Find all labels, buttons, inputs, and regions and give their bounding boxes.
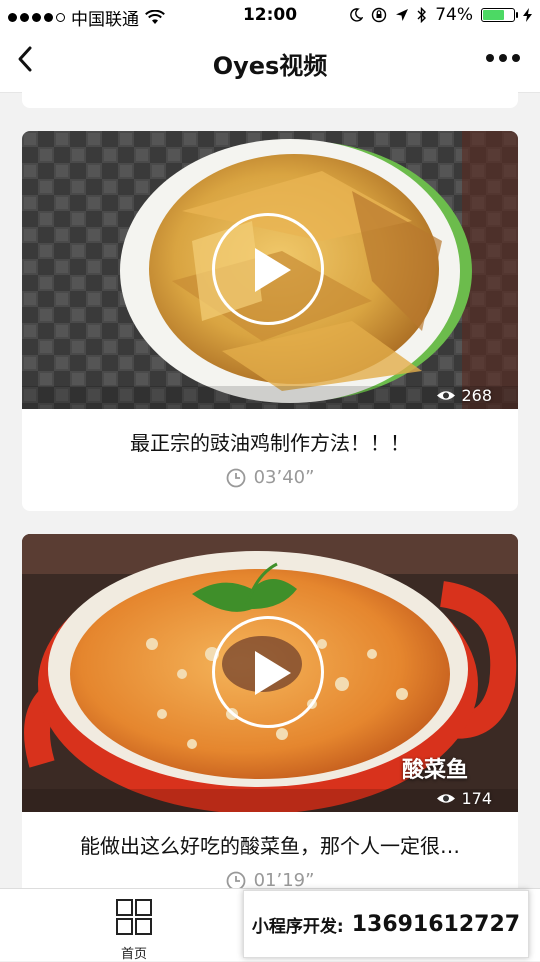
bluetooth-icon bbox=[417, 7, 427, 23]
charging-icon bbox=[523, 8, 532, 22]
video-thumbnail[interactable]: 268 bbox=[22, 131, 518, 409]
video-title[interactable]: 能做出这么好吃的酸菜鱼，那个人一定很… bbox=[22, 830, 518, 858]
eye-icon bbox=[437, 391, 456, 400]
video-duration-value: 03’40” bbox=[253, 467, 315, 488]
view-count: 174 bbox=[436, 789, 492, 808]
video-duration: 03’40” bbox=[22, 467, 518, 488]
promo-phone[interactable]: 13691612727 bbox=[352, 912, 520, 937]
rotation-lock-icon bbox=[372, 7, 387, 23]
nav-bar: Oyes视频 bbox=[0, 30, 540, 93]
status-right: 74% bbox=[349, 5, 532, 25]
promo-banner[interactable]: 小程序开发: 13691612727 bbox=[243, 890, 529, 958]
video-card[interactable]: 268 最正宗的豉油鸡制作方法！！！ 03’40” bbox=[22, 131, 518, 511]
eye-icon bbox=[437, 794, 456, 803]
tab-home-label: 首页 bbox=[120, 947, 147, 962]
battery-percent: 74% bbox=[435, 5, 473, 25]
play-icon bbox=[255, 248, 291, 292]
promo-label: 小程序开发: bbox=[251, 916, 344, 937]
tab-home[interactable]: 首页 bbox=[110, 897, 158, 962]
play-button[interactable] bbox=[212, 213, 324, 325]
grid-icon bbox=[116, 899, 152, 935]
status-bar: 中国联通 12:00 74% bbox=[0, 0, 540, 30]
battery-fill bbox=[483, 10, 504, 20]
previous-card-fragment[interactable] bbox=[22, 92, 518, 108]
moon-icon bbox=[350, 8, 364, 22]
view-count-value: 268 bbox=[461, 386, 492, 405]
battery-icon bbox=[481, 8, 518, 22]
video-title[interactable]: 最正宗的豉油鸡制作方法！！！ bbox=[22, 427, 518, 455]
video-card[interactable]: 酸菜鱼 174 能做出这么好吃的酸菜鱼，那个人一定很… 01’19” bbox=[22, 534, 518, 888]
video-duration-value: 01’19” bbox=[253, 870, 315, 888]
location-icon bbox=[396, 9, 409, 21]
video-thumbnail[interactable]: 酸菜鱼 174 bbox=[22, 534, 518, 812]
more-dots-icon[interactable] bbox=[486, 54, 520, 62]
clock-icon bbox=[226, 468, 245, 487]
video-duration: 01’19” bbox=[22, 870, 518, 888]
video-list[interactable]: 268 最正宗的豉油鸡制作方法！！！ 03’40” 酸菜鱼 174 能做出这么好… bbox=[0, 92, 540, 888]
clock-icon bbox=[226, 871, 245, 888]
play-button[interactable] bbox=[212, 616, 324, 728]
view-count-value: 174 bbox=[461, 789, 492, 808]
page-title: Oyes视频 bbox=[212, 52, 328, 80]
play-icon bbox=[255, 651, 291, 695]
view-count: 268 bbox=[436, 386, 492, 405]
thumbnail-caption: 酸菜鱼 bbox=[401, 758, 468, 783]
